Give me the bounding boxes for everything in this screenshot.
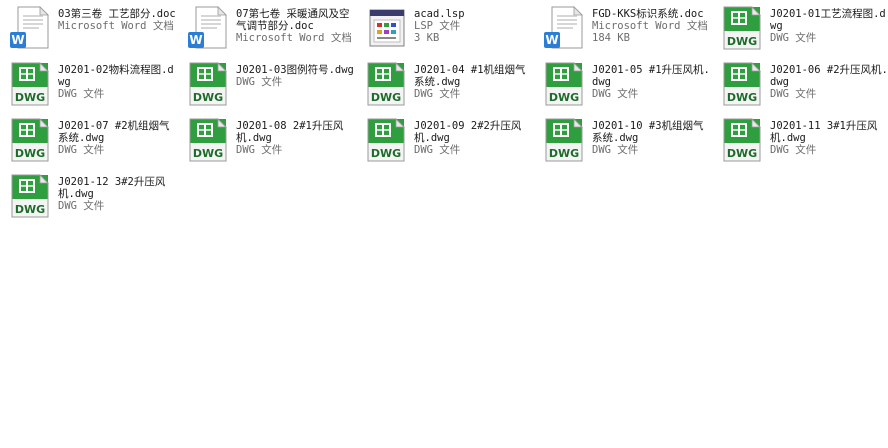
file-text: J0201-10 #3机组烟气系统.dwg DWG 文件 (592, 120, 710, 156)
file-name: J0201-07 #2机组烟气系统.dwg (58, 120, 170, 144)
file-text: 03第三卷 工艺部分.doc Microsoft Word 文档 (58, 8, 176, 32)
svg-text:DWG: DWG (727, 91, 757, 104)
file-name: J0201-05 #1升压风机.dwg (592, 64, 710, 88)
file-text: J0201-07 #2机组烟气系统.dwg DWG 文件 (58, 120, 176, 156)
file-type: DWG 文件 (58, 200, 105, 212)
svg-text:DWG: DWG (727, 35, 757, 48)
lsp-file-icon (362, 4, 410, 52)
file-name: J0201-06 #2升压风机.dwg (770, 64, 888, 88)
file-text: J0201-06 #2升压风机.dwg DWG 文件 (770, 64, 888, 100)
file-type: DWG 文件 (414, 144, 461, 156)
dwg-file-icon: DWG (362, 116, 410, 164)
file-name: J0201-04 #1机组烟气系统.dwg (414, 64, 526, 88)
file-item[interactable]: DWG J0201-08 2#1升压风机.dwg DWG 文件 (180, 114, 356, 168)
dwg-file-icon: DWG (184, 116, 232, 164)
file-item[interactable]: DWG J0201-11 3#1升压风机.dwg DWG 文件 (714, 114, 888, 168)
file-item[interactable]: DWG J0201-12 3#2升压风机.dwg DWG 文件 (2, 170, 178, 224)
svg-text:DWG: DWG (549, 147, 579, 160)
file-type: LSP 文件 (414, 20, 461, 32)
svg-text:DWG: DWG (15, 147, 45, 160)
file-text: 07第七卷 采暖通风及空气调节部分.doc Microsoft Word 文档 (236, 8, 354, 44)
file-name: acad.lsp (414, 8, 465, 20)
svg-text:DWG: DWG (15, 203, 45, 216)
file-type: DWG 文件 (592, 88, 639, 100)
file-text: FGD-KKS标识系统.doc Microsoft Word 文档 184 KB (592, 8, 710, 44)
file-item[interactable]: DWG J0201-03图例符号.dwg DWG 文件 (180, 58, 356, 112)
file-text: J0201-02物料流程图.dwg DWG 文件 (58, 64, 176, 100)
file-item[interactable]: W 07第七卷 采暖通风及空气调节部分.doc Microsoft Word 文… (180, 2, 356, 56)
file-text: J0201-05 #1升压风机.dwg DWG 文件 (592, 64, 710, 100)
file-name: J0201-10 #3机组烟气系统.dwg (592, 120, 704, 144)
file-type: DWG 文件 (770, 32, 817, 44)
file-item[interactable]: acad.lsp LSP 文件 3 KB (358, 2, 534, 56)
word-doc-icon: W (6, 4, 54, 52)
file-text: acad.lsp LSP 文件 3 KB (414, 8, 532, 44)
dwg-file-icon: DWG (718, 116, 766, 164)
file-type: DWG 文件 (592, 144, 639, 156)
file-text: J0201-08 2#1升压风机.dwg DWG 文件 (236, 120, 354, 156)
word-doc-icon: W (184, 4, 232, 52)
file-type: Microsoft Word 文档 (592, 20, 708, 32)
file-type: DWG 文件 (236, 144, 283, 156)
svg-text:DWG: DWG (193, 147, 223, 160)
file-text: J0201-01工艺流程图.dwg DWG 文件 (770, 8, 888, 44)
file-type: Microsoft Word 文档 (236, 32, 352, 44)
dwg-file-icon: DWG (718, 60, 766, 108)
file-size: 3 KB (414, 32, 440, 44)
file-name: J0201-12 3#2升压风机.dwg (58, 176, 166, 200)
file-name: J0201-02物料流程图.dwg (58, 64, 174, 88)
dwg-file-icon: DWG (362, 60, 410, 108)
file-type: DWG 文件 (58, 88, 105, 100)
file-name: 07第七卷 采暖通风及空气调节部分.doc (236, 8, 350, 32)
file-item[interactable]: DWG J0201-02物料流程图.dwg DWG 文件 (2, 58, 178, 112)
file-item[interactable]: DWG J0201-05 #1升压风机.dwg DWG 文件 (536, 58, 712, 112)
dwg-file-icon: DWG (6, 116, 54, 164)
file-item[interactable]: DWG J0201-09 2#2升压风机.dwg DWG 文件 (358, 114, 534, 168)
svg-text:DWG: DWG (15, 91, 45, 104)
file-item[interactable]: DWG J0201-06 #2升压风机.dwg DWG 文件 (714, 58, 888, 112)
file-type: DWG 文件 (770, 88, 817, 100)
file-text: J0201-03图例符号.dwg DWG 文件 (236, 64, 354, 88)
file-name: J0201-01工艺流程图.dwg (770, 8, 886, 32)
svg-text:W: W (545, 33, 558, 47)
file-name: J0201-09 2#2升压风机.dwg (414, 120, 522, 144)
svg-text:DWG: DWG (371, 91, 401, 104)
file-name: FGD-KKS标识系统.doc (592, 8, 704, 20)
file-type: DWG 文件 (770, 144, 817, 156)
dwg-file-icon: DWG (6, 60, 54, 108)
file-text: J0201-04 #1机组烟气系统.dwg DWG 文件 (414, 64, 532, 100)
file-item[interactable]: DWG J0201-04 #1机组烟气系统.dwg DWG 文件 (358, 58, 534, 112)
file-type: DWG 文件 (414, 88, 461, 100)
svg-text:DWG: DWG (371, 147, 401, 160)
dwg-file-icon: DWG (6, 172, 54, 220)
file-item[interactable]: W FGD-KKS标识系统.doc Microsoft Word 文档 184 … (536, 2, 712, 56)
svg-text:DWG: DWG (549, 91, 579, 104)
file-item[interactable]: W 03第三卷 工艺部分.doc Microsoft Word 文档 (2, 2, 178, 56)
file-item[interactable]: DWG J0201-07 #2机组烟气系统.dwg DWG 文件 (2, 114, 178, 168)
file-name: J0201-08 2#1升压风机.dwg (236, 120, 344, 144)
file-item[interactable]: DWG J0201-01工艺流程图.dwg DWG 文件 (714, 2, 888, 56)
dwg-file-icon: DWG (540, 60, 588, 108)
file-type: Microsoft Word 文档 (58, 20, 174, 32)
file-text: J0201-12 3#2升压风机.dwg DWG 文件 (58, 176, 176, 212)
dwg-file-icon: DWG (184, 60, 232, 108)
file-item[interactable]: DWG J0201-10 #3机组烟气系统.dwg DWG 文件 (536, 114, 712, 168)
file-name: J0201-03图例符号.dwg (236, 64, 354, 76)
file-name: J0201-11 3#1升压风机.dwg (770, 120, 878, 144)
svg-text:W: W (189, 33, 202, 47)
file-name: 03第三卷 工艺部分.doc (58, 8, 176, 20)
file-text: J0201-09 2#2升压风机.dwg DWG 文件 (414, 120, 532, 156)
svg-text:DWG: DWG (727, 147, 757, 160)
svg-text:W: W (11, 33, 24, 47)
file-type: DWG 文件 (58, 144, 105, 156)
file-size: 184 KB (592, 32, 630, 44)
file-type: DWG 文件 (236, 76, 283, 88)
dwg-file-icon: DWG (718, 4, 766, 52)
svg-text:DWG: DWG (193, 91, 223, 104)
dwg-file-icon: DWG (540, 116, 588, 164)
word-doc-icon: W (540, 4, 588, 52)
file-text: J0201-11 3#1升压风机.dwg DWG 文件 (770, 120, 888, 156)
